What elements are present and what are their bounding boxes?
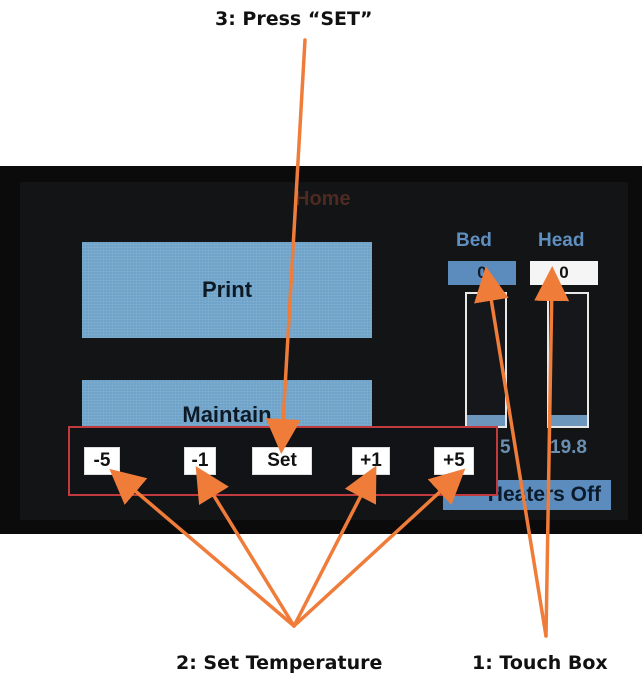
plus-5-button[interactable]: +5 bbox=[434, 447, 474, 475]
minus-1-button[interactable]: -1 bbox=[184, 447, 216, 475]
plus-1-button[interactable]: +1 bbox=[352, 447, 390, 475]
head-current-reading: 19.8 bbox=[550, 437, 587, 458]
head-gauge-fill bbox=[549, 415, 587, 426]
step2-label: 2: Set Temperature bbox=[176, 652, 383, 674]
bed-temperature-gauge bbox=[465, 292, 507, 428]
bed-gauge-fill bbox=[467, 415, 505, 426]
head-temperature-gauge bbox=[547, 292, 589, 428]
bed-target-input[interactable]: 0 bbox=[448, 261, 516, 285]
screen-title: Home bbox=[295, 188, 351, 210]
print-button[interactable]: Print bbox=[82, 242, 372, 338]
bed-heading: Bed bbox=[456, 230, 492, 251]
instruction-figure: 3: Press “SET” Home Print Maintain Bed H… bbox=[0, 0, 642, 684]
set-button[interactable]: Set bbox=[252, 447, 312, 475]
head-target-input[interactable]: 0 bbox=[530, 261, 598, 285]
bed-current-reading: 5 bbox=[500, 437, 511, 458]
head-heading: Head bbox=[538, 230, 585, 251]
minus-5-button[interactable]: -5 bbox=[84, 447, 120, 475]
step1-label: 1: Touch Box bbox=[472, 652, 608, 674]
step3-label: 3: Press “SET” bbox=[215, 8, 373, 30]
